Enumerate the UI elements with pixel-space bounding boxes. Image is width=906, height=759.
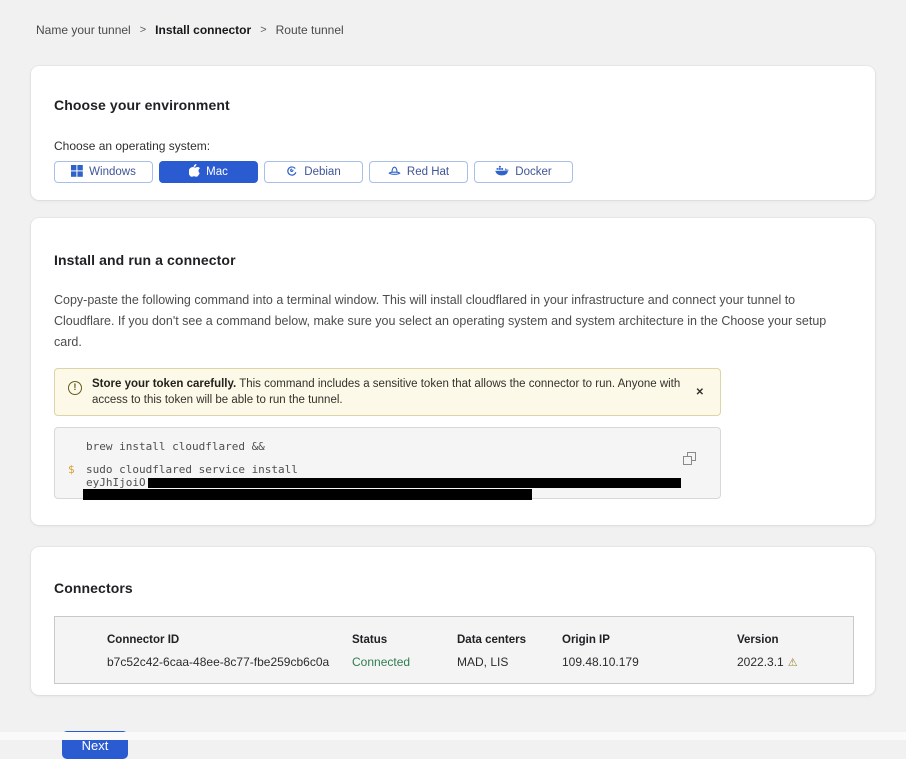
warning-circle-icon: ! [68,381,82,395]
code-line-brew: brew install cloudflared && [86,439,720,454]
os-select-label: Choose an operating system: [54,139,852,153]
token-prefix: eyJhIjoiO [86,476,146,489]
os-button-mac[interactable]: Mac [159,161,258,183]
docker-icon [495,165,509,179]
connector-version-value: 2022.3.1 ⚠ [737,655,853,669]
breadcrumb-separator: > [140,24,146,36]
breadcrumb-install-connector[interactable]: Install connector [155,23,251,37]
os-button-debian[interactable]: Debian [264,161,363,183]
warning-text: Store your token carefully. This command… [92,376,682,408]
header-connector-id: Connector ID [107,634,352,646]
version-warning-icon: ⚠ [788,657,798,669]
code-command-row: $ sudo cloudflared service install eyJhI… [55,463,720,500]
redacted-token-bar-2 [83,489,532,500]
os-button-label: Red Hat [407,166,449,178]
redhat-icon [388,165,401,180]
header-origin-ip: Origin IP [562,634,737,646]
copy-command-button[interactable] [683,452,699,468]
tunnel-setup-page: Name your tunnel > Install connector > R… [0,0,906,759]
redacted-token-bar-1 [148,478,681,488]
connector-origin-ip-value: 109.48.10.179 [562,655,737,669]
environment-card-title: Choose your environment [54,66,852,113]
breadcrumb-name-your-tunnel[interactable]: Name your tunnel [36,23,131,37]
choose-environment-card: Choose your environment Choose an operat… [31,66,875,200]
breadcrumb: Name your tunnel > Install connector > R… [31,0,875,37]
shell-prompt: $ [68,463,75,476]
close-icon: ✕ [696,387,704,398]
connectors-card-title: Connectors [54,547,852,596]
connector-row: b7c52c42-6caa-48ee-8c77-fbe259cb6c0a Con… [107,655,853,669]
os-button-label: Mac [206,166,228,178]
os-button-redhat[interactable]: Red Hat [369,161,468,183]
connector-id-value: b7c52c42-6caa-48ee-8c77-fbe259cb6c0a [107,655,352,669]
breadcrumb-route-tunnel[interactable]: Route tunnel [276,23,344,37]
os-button-label: Debian [304,166,340,178]
code-line-sudo: sudo cloudflared service install [86,463,720,476]
window-bottom-edge [0,732,906,740]
os-button-label: Windows [89,166,136,178]
install-card-title: Install and run a connector [54,218,852,268]
os-button-windows[interactable]: Windows [54,161,153,183]
debian-icon [286,165,298,180]
install-connector-card: Install and run a connector Copy-paste t… [31,218,875,525]
breadcrumb-separator: > [260,24,266,36]
connectors-table: Connector ID Status Data centers Origin … [54,616,854,684]
version-number: 2022.3.1 [737,655,784,669]
apple-icon [189,164,200,180]
os-button-group: Windows Mac Debian [54,161,852,183]
connectors-card: Connectors Connector ID Status Data cent… [31,547,875,695]
warning-close-button[interactable]: ✕ [692,383,708,402]
os-button-docker[interactable]: Docker [474,161,573,183]
header-status: Status [352,634,457,646]
os-button-label: Docker [515,166,551,178]
connectors-table-header: Connector ID Status Data centers Origin … [107,634,853,646]
connector-status-value: Connected [352,655,457,669]
warning-text-bold: Store your token carefully. [92,378,236,390]
windows-icon [71,165,83,180]
header-data-centers: Data centers [457,634,562,646]
install-command-codeblock: brew install cloudflared && $ sudo cloud… [54,427,721,499]
token-warning-banner: ! Store your token carefully. This comma… [54,368,721,416]
connector-data-centers-value: MAD, LIS [457,655,562,669]
header-version: Version [737,634,853,646]
install-instructions: Copy-paste the following command into a … [54,290,850,353]
